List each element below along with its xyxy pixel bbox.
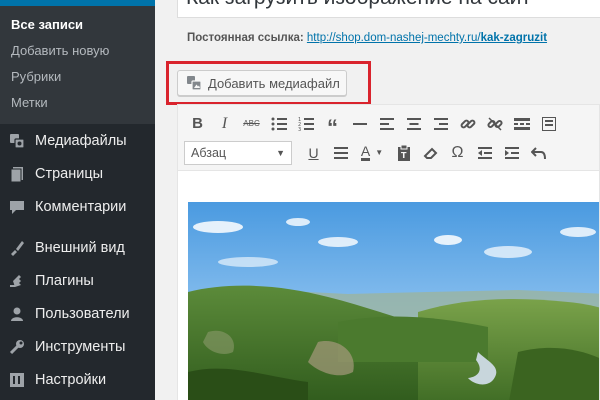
- users-icon: [8, 305, 26, 323]
- permalink-link[interactable]: http://shop.dom-nashej-mechty.ru/kak-zag…: [307, 32, 547, 44]
- special-character-icon[interactable]: Ω: [444, 139, 471, 166]
- sidebar-item-settings[interactable]: Настройки: [0, 363, 155, 396]
- permalink-base: http://shop.dom-nashej-mechty.ru/: [306, 32, 481, 44]
- post-editor-area: Как загрузить изображение на сайт Постоя…: [155, 0, 600, 400]
- read-more-icon[interactable]: [508, 110, 535, 137]
- permalink-label: Постоянная ссылка:: [187, 32, 304, 44]
- editor-toolbar: B I ABC 123 “ Абзац ▼ U A ▼ T Ω: [178, 105, 599, 171]
- permalink-slug: kak-zagruzit: [480, 32, 548, 44]
- sidebar-item-label: Настройки: [35, 371, 107, 388]
- sidebar-item-label: Внешний вид: [35, 239, 125, 256]
- toolbar-toggle-icon[interactable]: [535, 110, 562, 137]
- post-title-input[interactable]: Как загрузить изображение на сайт: [177, 0, 600, 18]
- paste-text-icon[interactable]: T: [390, 139, 417, 166]
- content-editor: B I ABC 123 “ Абзац ▼ U A ▼ T Ω: [177, 104, 600, 400]
- settings-icon: [8, 371, 26, 389]
- appearance-icon: [8, 239, 26, 257]
- sidebar-item-label: Плагины: [35, 272, 94, 289]
- landscape-photo: [188, 202, 599, 400]
- text-color-icon[interactable]: A ▼: [354, 139, 390, 166]
- comments-icon: [8, 198, 26, 216]
- add-media-icon: [186, 75, 202, 91]
- unlink-icon[interactable]: [481, 110, 508, 137]
- sidebar-item-label: Комментарии: [35, 198, 127, 215]
- sidebar-item-tools[interactable]: Инструменты: [0, 330, 155, 363]
- blockquote-icon[interactable]: “: [319, 110, 346, 138]
- sidebar-item-appearance[interactable]: Внешний вид: [0, 231, 155, 264]
- add-media-label: Добавить медиафайл: [208, 75, 340, 91]
- tools-icon: [8, 338, 26, 356]
- pages-icon: [8, 165, 26, 183]
- sidebar-item-plugins[interactable]: Плагины: [0, 264, 155, 297]
- numbered-list-icon[interactable]: 123: [292, 110, 319, 137]
- submenu-item-add-new[interactable]: Добавить новую: [0, 38, 155, 64]
- add-media-button[interactable]: Добавить медиафайл: [177, 70, 347, 96]
- outdent-icon[interactable]: [471, 139, 498, 166]
- strikethrough-icon[interactable]: ABC: [238, 110, 265, 137]
- submenu-item-all-posts[interactable]: Все записи: [0, 12, 155, 38]
- bold-icon[interactable]: B: [184, 110, 211, 137]
- italic-icon[interactable]: I: [211, 110, 238, 137]
- posts-submenu: Все записи Добавить новую Рубрики Метки: [0, 0, 155, 124]
- align-center-icon[interactable]: [400, 110, 427, 137]
- sidebar-item-label: Медиафайлы: [35, 132, 127, 149]
- submenu-item-tags[interactable]: Метки: [0, 90, 155, 116]
- sidebar-item-label: Инструменты: [35, 338, 126, 355]
- paragraph-format-select[interactable]: Абзац ▼: [184, 140, 292, 165]
- toolbar-row-2: Абзац ▼ U A ▼ T Ω: [184, 138, 593, 167]
- chevron-down-icon: ▼: [276, 147, 285, 158]
- bullet-list-icon[interactable]: [265, 110, 292, 137]
- sidebar-item-media[interactable]: Медиафайлы: [0, 124, 155, 157]
- media-icon: [8, 132, 26, 150]
- toolbar-row-1: B I ABC 123 “: [184, 109, 593, 138]
- align-right-icon[interactable]: [427, 110, 454, 137]
- align-left-icon[interactable]: [373, 110, 400, 137]
- sidebar-item-label: Пользователи: [35, 305, 130, 322]
- submenu-item-categories[interactable]: Рубрики: [0, 64, 155, 90]
- indent-icon[interactable]: [498, 139, 525, 166]
- sidebar-item-comments[interactable]: Комментарии: [0, 190, 155, 223]
- svg-text:3: 3: [298, 127, 301, 131]
- underline-icon[interactable]: U: [300, 139, 327, 166]
- inserted-image[interactable]: [188, 202, 599, 400]
- permalink-bar: Постоянная ссылка: http://shop.dom-nashe…: [187, 32, 547, 44]
- svg-text:T: T: [401, 151, 407, 160]
- sidebar-item-users[interactable]: Пользователи: [0, 297, 155, 330]
- clear-formatting-icon[interactable]: [417, 139, 444, 166]
- horizontal-line-icon[interactable]: [346, 110, 373, 137]
- link-icon[interactable]: [454, 110, 481, 137]
- active-menu-indicator: [0, 0, 155, 6]
- undo-icon[interactable]: [525, 139, 552, 166]
- admin-sidebar: Все записи Добавить новую Рубрики Метки …: [0, 0, 155, 400]
- plugins-icon: [8, 272, 26, 290]
- sidebar-item-label: Страницы: [35, 165, 104, 182]
- format-select-value: Абзац: [191, 145, 227, 160]
- sidebar-item-pages[interactable]: Страницы: [0, 157, 155, 190]
- justify-icon[interactable]: [327, 139, 354, 166]
